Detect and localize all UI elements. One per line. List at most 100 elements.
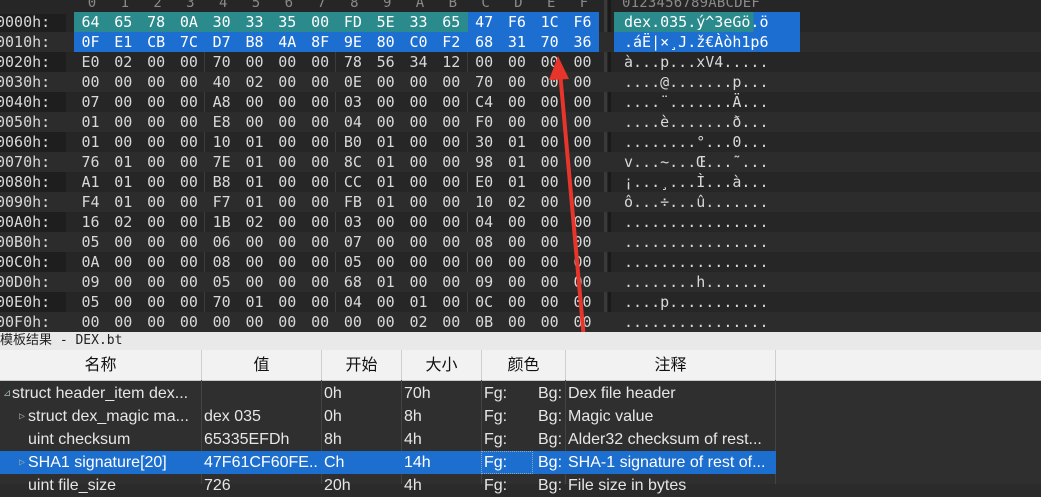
- hex-byte[interactable]: 65: [434, 12, 468, 32]
- hex-byte[interactable]: 00: [172, 232, 205, 252]
- expand-arrow-icon[interactable]: ▷: [19, 451, 25, 474]
- hex-byte[interactable]: 00: [566, 172, 599, 192]
- hex-byte[interactable]: 00: [566, 72, 599, 92]
- hex-byte[interactable]: 01: [238, 152, 271, 172]
- hex-byte[interactable]: 04: [336, 292, 369, 312]
- hex-byte[interactable]: 9E: [336, 32, 370, 52]
- hex-byte[interactable]: 00: [500, 272, 533, 292]
- hex-byte[interactable]: 00: [271, 292, 304, 312]
- hex-byte[interactable]: 00: [369, 92, 402, 112]
- hex-byte[interactable]: 08: [205, 252, 238, 272]
- result-row[interactable]: ▷ struct dex_magic ma... dex 035 0h 8h Fg: Bg:…: [0, 405, 776, 428]
- hex-byte[interactable]: 00: [533, 212, 566, 232]
- hex-byte[interactable]: 00: [566, 192, 599, 212]
- col-header-start[interactable]: 开始: [322, 350, 402, 380]
- hex-byte[interactable]: 0B: [468, 312, 501, 332]
- hex-byte[interactable]: 00: [304, 112, 337, 132]
- hex-byte[interactable]: 00: [140, 312, 173, 332]
- result-row[interactable]: ▷ SHA1 signature[20] 47F61CF60FE... Ch 14h Fg…: [0, 451, 776, 474]
- hex-byte[interactable]: 01: [107, 172, 140, 192]
- hex-byte[interactable]: 00: [402, 152, 435, 172]
- hex-byte[interactable]: 00: [533, 72, 566, 92]
- result-row[interactable]: ⊿ struct header_item dex... 0h 70h Fg: Bg: Dex…: [0, 382, 776, 405]
- hex-byte[interactable]: 01: [500, 152, 533, 172]
- hex-byte[interactable]: 70: [468, 72, 501, 92]
- hex-byte[interactable]: 00: [566, 52, 599, 72]
- hex-byte[interactable]: 00: [566, 232, 599, 252]
- hex-byte[interactable]: 8C: [336, 152, 369, 172]
- hex-byte[interactable]: 65: [106, 12, 140, 32]
- hex-byte[interactable]: 00: [304, 152, 337, 172]
- hex-byte[interactable]: 00: [271, 112, 304, 132]
- hex-row[interactable]: 00D0h: 09 00 00 00 05 00 00 00 68 01 00 00 09 00 00 00..…: [0, 272, 1041, 292]
- hex-byte[interactable]: 00: [238, 112, 271, 132]
- hex-byte[interactable]: 07: [74, 92, 107, 112]
- hex-byte[interactable]: 00: [369, 252, 402, 272]
- hex-byte[interactable]: 01: [107, 192, 140, 212]
- hex-byte[interactable]: 00: [172, 52, 205, 72]
- hex-byte[interactable]: 00: [566, 92, 599, 112]
- hex-byte[interactable]: 00: [140, 72, 173, 92]
- hex-byte[interactable]: 00: [140, 132, 173, 152]
- hex-byte[interactable]: E0: [468, 172, 501, 192]
- hex-byte[interactable]: 01: [402, 292, 435, 312]
- hex-byte[interactable]: 00: [402, 172, 435, 192]
- col-header-value[interactable]: 值: [202, 350, 322, 380]
- hex-byte[interactable]: FD: [336, 12, 370, 32]
- ascii-text[interactable]: v...~...Œ...˜...: [624, 152, 769, 172]
- hex-byte[interactable]: F2: [434, 32, 468, 52]
- hex-byte[interactable]: 00: [304, 272, 337, 292]
- hex-byte[interactable]: 00: [304, 232, 337, 252]
- hex-byte[interactable]: 01: [107, 152, 140, 172]
- hex-byte[interactable]: 00: [172, 292, 205, 312]
- ascii-text[interactable]: ....è.......ð...: [624, 112, 769, 132]
- hex-byte[interactable]: 01: [238, 192, 271, 212]
- hex-byte[interactable]: 33: [402, 12, 435, 32]
- hex-byte[interactable]: 00: [402, 92, 435, 112]
- hex-byte[interactable]: 00: [172, 272, 205, 292]
- hex-byte[interactable]: 00: [304, 312, 337, 332]
- hex-byte[interactable]: 01: [238, 172, 271, 192]
- hex-byte[interactable]: 00: [172, 72, 205, 92]
- hex-byte[interactable]: 36: [566, 32, 599, 52]
- hex-byte[interactable]: 00: [140, 292, 173, 312]
- hex-byte[interactable]: 02: [500, 192, 533, 212]
- hex-byte[interactable]: 4A: [270, 32, 304, 52]
- hex-byte[interactable]: 00: [500, 92, 533, 112]
- hex-byte[interactable]: 00: [304, 72, 337, 92]
- hex-byte[interactable]: 09: [74, 272, 107, 292]
- hex-byte[interactable]: 00: [271, 192, 304, 212]
- hex-byte[interactable]: 00: [304, 212, 337, 232]
- hex-row[interactable]: 0040h: 07 00 00 00 A8 00 00 00 03 00 00 00 C4 00 00 00..…: [0, 92, 1041, 112]
- hex-row[interactable]: 0000h: 64 65 78 0A 30 33 35 00 FD 5E 33 65 47 F6 1C F6 de…: [0, 12, 1041, 32]
- hex-byte[interactable]: 00: [140, 272, 173, 292]
- hex-byte[interactable]: F0: [468, 112, 501, 132]
- hex-byte[interactable]: D7: [205, 32, 239, 52]
- hex-byte[interactable]: 33: [238, 12, 271, 32]
- hex-byte[interactable]: 0E: [336, 72, 369, 92]
- ascii-text[interactable]: ....@.......p...: [624, 72, 769, 92]
- hex-byte[interactable]: 16: [74, 212, 107, 232]
- hex-byte[interactable]: 01: [369, 192, 402, 212]
- hex-byte[interactable]: 7C: [172, 32, 206, 52]
- hex-byte[interactable]: 68: [336, 272, 369, 292]
- hex-byte[interactable]: 00: [500, 312, 533, 332]
- hex-byte[interactable]: F7: [205, 192, 238, 212]
- hex-byte[interactable]: 00: [303, 12, 337, 32]
- hex-byte[interactable]: 00: [140, 232, 173, 252]
- hex-byte[interactable]: B8: [205, 172, 238, 192]
- hex-byte[interactable]: 00: [402, 272, 435, 292]
- hex-row[interactable]: 0070h: 76 01 00 00 7E 01 00 00 8C 01 00 00 98 01 00 00 v.…: [0, 152, 1041, 172]
- hex-byte[interactable]: 00: [435, 292, 468, 312]
- ascii-text[interactable]: .áË|×¸J.ž€Àòh1p6: [624, 32, 769, 52]
- hex-byte[interactable]: FB: [336, 192, 369, 212]
- hex-byte[interactable]: 05: [74, 232, 107, 252]
- hex-byte[interactable]: 01: [500, 132, 533, 152]
- hex-byte[interactable]: 30: [468, 132, 501, 152]
- hex-byte[interactable]: 70: [533, 32, 567, 52]
- hex-byte[interactable]: 5E: [369, 12, 403, 32]
- hex-byte[interactable]: 00: [140, 252, 173, 272]
- hex-byte[interactable]: 70: [205, 52, 238, 72]
- hex-byte[interactable]: 03: [336, 212, 369, 232]
- hex-byte[interactable]: 00: [271, 212, 304, 232]
